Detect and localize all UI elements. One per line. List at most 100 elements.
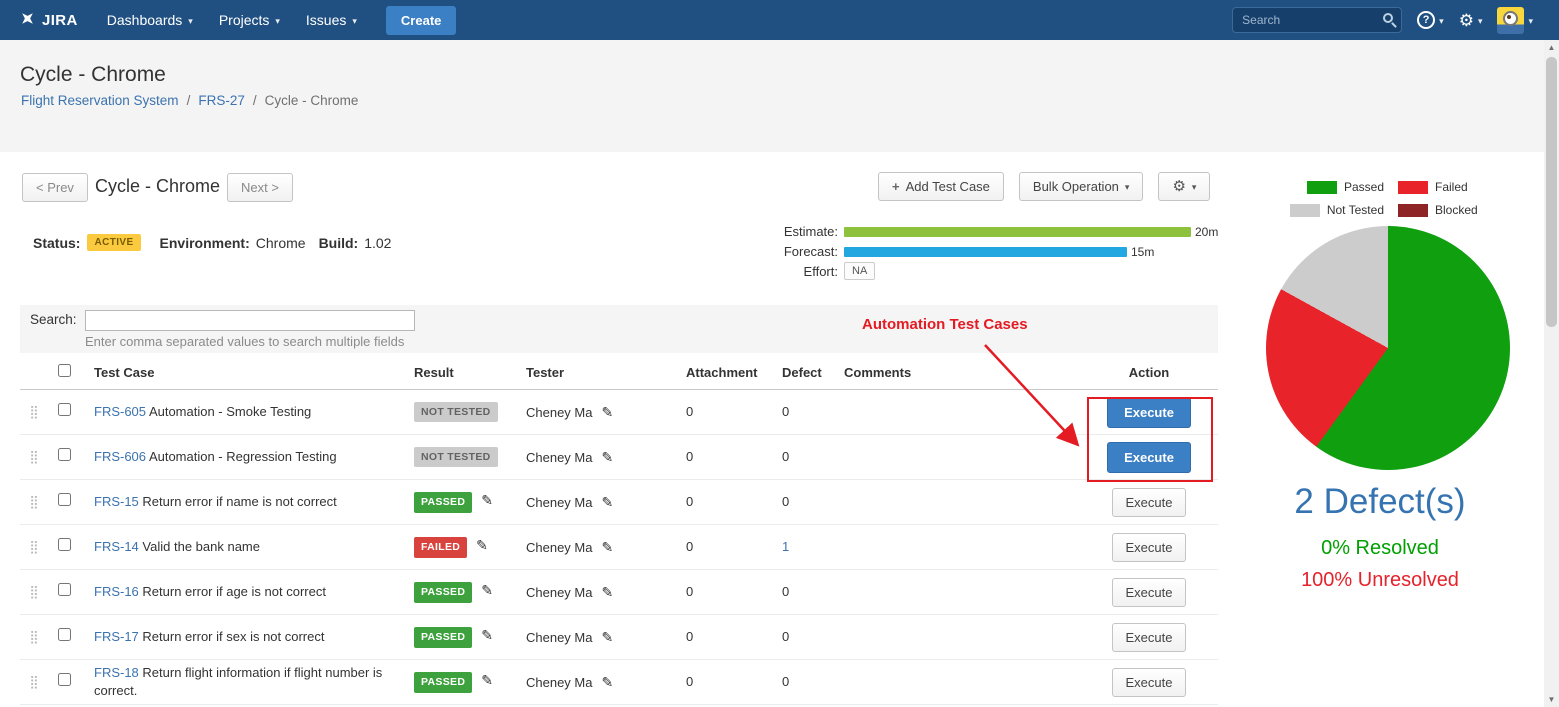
vertical-scrollbar[interactable]: ▲ ▼ [1544,40,1559,707]
scrollbar-down-button[interactable]: ▼ [1544,692,1559,707]
edit-result-icon[interactable]: ✎ [481,582,493,598]
tester-name: Cheney Ma [526,585,592,600]
header-result: Result [400,364,512,382]
row-checkbox[interactable] [58,493,71,506]
edit-tester-icon[interactable]: ✎ [601,674,613,690]
build-value: 1.02 [364,235,391,251]
defect-count: 0 [782,584,789,599]
row-checkbox[interactable] [58,538,71,551]
breadcrumb-item[interactable]: Flight Reservation System [21,93,179,108]
edit-result-icon[interactable]: ✎ [481,627,493,643]
test-results-pie [1266,226,1510,470]
test-case-key-link[interactable]: FRS-17 [94,629,139,644]
forecast-row: Forecast: 15m [760,244,1154,259]
drag-handle-icon[interactable]: ⣿ [29,629,39,644]
row-checkbox[interactable] [58,583,71,596]
nav-menu-issues[interactable]: Issues▾ [293,0,370,40]
estimate-value: 20m [1195,225,1218,239]
bulk-operation-button[interactable]: Bulk Operation ▾ [1019,172,1144,201]
edit-tester-icon[interactable]: ✎ [601,584,613,600]
navbar-right-group: ? ▾ ⚙ ▾ ▾ [1232,7,1559,34]
defect-count: 0 [782,494,789,509]
drag-handle-icon[interactable]: ⣿ [29,494,39,509]
settings-menu[interactable]: ⚙ ▾ [1459,12,1483,29]
defect-count: 0 [782,629,789,644]
scrollbar-thumb[interactable] [1546,57,1557,327]
search-input[interactable] [85,310,415,331]
edit-tester-icon[interactable]: ✎ [601,404,613,420]
execute-button[interactable]: Execute [1112,578,1187,607]
execute-button[interactable]: Execute [1107,397,1191,428]
forecast-progress-bar [844,247,1127,257]
row-checkbox[interactable] [58,673,71,686]
nav-menu-projects[interactable]: Projects▾ [206,0,293,40]
execute-button[interactable]: Execute [1112,533,1187,562]
select-all-checkbox[interactable] [58,364,71,377]
edit-tester-icon[interactable]: ✎ [601,539,613,555]
test-case-key-link[interactable]: FRS-15 [94,494,139,509]
row-checkbox[interactable] [58,628,71,641]
legend-swatch [1307,181,1337,194]
result-badge[interactable]: NOT TESTED [414,447,498,467]
edit-result-icon[interactable]: ✎ [476,537,488,553]
tester-name: Cheney Ma [526,540,592,555]
result-badge[interactable]: PASSED [414,492,472,512]
execute-button[interactable]: Execute [1112,623,1187,652]
edit-result-icon[interactable]: ✎ [481,492,493,508]
result-badge[interactable]: PASSED [414,582,472,602]
header-attachment: Attachment [672,364,768,382]
jira-logo[interactable]: JIRA [0,11,94,30]
defect-count-link[interactable]: 1 [782,539,789,554]
effort-label: Effort: [760,264,838,279]
edit-tester-icon[interactable]: ✎ [601,629,613,645]
row-checkbox[interactable] [58,448,71,461]
drag-handle-icon[interactable]: ⣿ [29,449,39,464]
result-badge[interactable]: FAILED [414,537,467,557]
edit-tester-icon[interactable]: ✎ [601,449,613,465]
legend-label: Blocked [1435,203,1478,217]
help-menu[interactable]: ? ▾ [1417,11,1444,29]
edit-result-icon[interactable]: ✎ [481,672,493,688]
navbar-search-input[interactable] [1232,7,1402,33]
defect-count: 0 [782,449,789,464]
cycle-settings-button[interactable]: ⚙ ▾ [1158,172,1210,201]
edit-tester-icon[interactable]: ✎ [601,494,613,510]
search-icon[interactable] [1383,13,1393,23]
drag-handle-icon[interactable]: ⣿ [29,539,39,554]
row-checkbox[interactable] [58,403,71,416]
attachment-count: 0 [672,448,768,466]
scrollbar-up-button[interactable]: ▲ [1544,40,1559,55]
execute-button[interactable]: Execute [1112,668,1187,697]
nav-menu-dashboards[interactable]: Dashboards▾ [94,0,206,40]
test-case-key-link[interactable]: FRS-606 [94,449,146,464]
create-button[interactable]: Create [386,6,456,35]
result-badge[interactable]: NOT TESTED [414,402,498,422]
prev-cycle-button[interactable]: < Prev [22,173,88,202]
test-case-key-link[interactable]: FRS-16 [94,584,139,599]
drag-handle-icon[interactable]: ⣿ [29,674,39,689]
test-case-key-link[interactable]: FRS-14 [94,539,139,554]
chevron-down-icon: ▾ [1439,16,1444,27]
gear-icon: ⚙ [1459,12,1474,29]
search-hint: Enter comma separated values to search m… [85,334,404,349]
test-case-key-link[interactable]: FRS-605 [94,404,146,419]
execute-button[interactable]: Execute [1107,442,1191,473]
header-action: Action [1080,364,1218,382]
plus-icon: + [892,179,900,194]
user-menu[interactable]: ▾ [1497,7,1533,34]
drag-handle-icon[interactable]: ⣿ [29,584,39,599]
result-badge[interactable]: PASSED [414,627,472,647]
pie-legend: PassedFailedNot TestedBlocked [1278,180,1492,217]
tester-name: Cheney Ma [526,495,592,510]
execute-button[interactable]: Execute [1112,488,1187,517]
legend-label: Failed [1435,180,1468,194]
add-test-case-button[interactable]: + Add Test Case [878,172,1004,201]
result-badge[interactable]: PASSED [414,672,472,692]
next-cycle-button[interactable]: Next > [227,173,293,202]
attachment-count: 0 [672,493,768,511]
drag-handle-icon[interactable]: ⣿ [29,404,39,419]
breadcrumb-item[interactable]: FRS-27 [198,93,245,108]
test-case-key-link[interactable]: FRS-18 [94,665,139,680]
header-tester: Tester [512,364,672,382]
nav-menu-label: Projects [219,12,270,28]
